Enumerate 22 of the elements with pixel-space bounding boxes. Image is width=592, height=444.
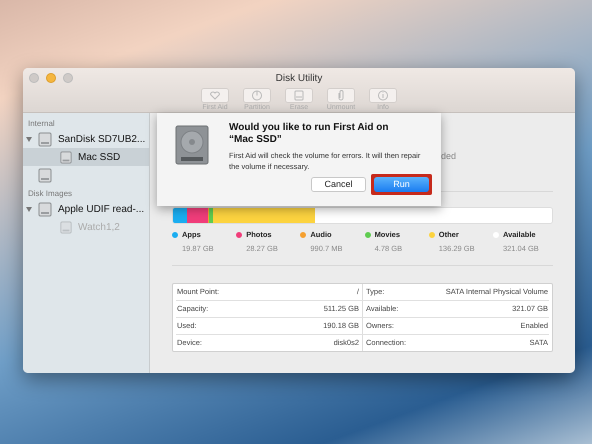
sidebar-section-title: Internal (27, 118, 56, 130)
run-button[interactable]: Run (374, 177, 429, 192)
sidebar-item[interactable]: Apple UDIF read-... (23, 200, 149, 218)
sidebar-item[interactable]: SanDisk SD7UB2... (23, 130, 149, 148)
disclosure-triangle-icon[interactable] (26, 136, 32, 142)
dialog-title: Would you like to run First Aid on “Mac SSD” (229, 122, 390, 146)
hard-drive-icon (175, 125, 209, 165)
close-button[interactable] (29, 73, 39, 83)
sidebar-item-label: SanDisk SD7UB2... (58, 132, 146, 146)
toolbar-icon (375, 88, 391, 103)
sidebar-item-label: Watch1,2 (78, 220, 120, 234)
window-title: Disk Utility (276, 72, 322, 86)
sidebar-item-label: Apple UDIF read-... (58, 202, 144, 216)
cancel-button[interactable]: Cancel (311, 177, 366, 192)
disclosure-triangle-icon[interactable] (26, 206, 32, 212)
sidebar-item-label: Mac SSD (78, 150, 120, 164)
toolbar-icon (249, 88, 265, 103)
zoom-button[interactable] (63, 73, 73, 83)
sidebar-item[interactable]: Mac SSD (23, 148, 149, 166)
sidebar-section-title: Disk Images (27, 188, 74, 200)
header-text: ded (441, 150, 456, 163)
minimize-button[interactable] (46, 73, 56, 83)
